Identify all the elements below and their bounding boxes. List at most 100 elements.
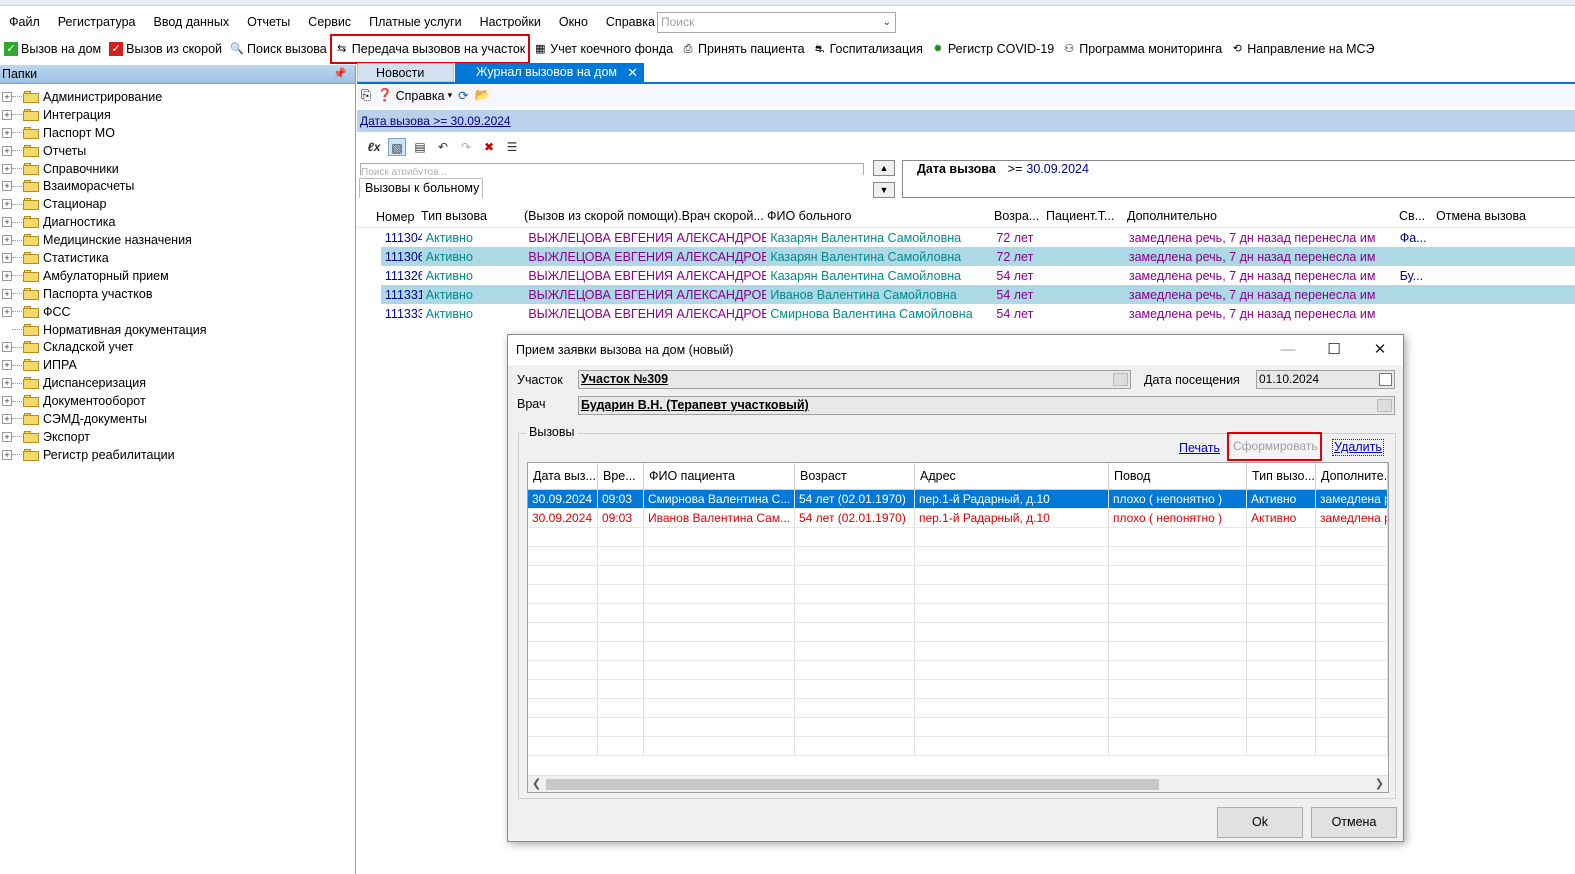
dialog-column-header[interactable]: Адрес — [915, 463, 1109, 489]
tab-patient-calls[interactable]: Вызовы к больному — [359, 178, 483, 198]
expand-icon[interactable]: + — [2, 378, 12, 389]
column-header[interactable]: Дополнительно — [1123, 209, 1395, 223]
folder-item[interactable]: + Медицинские назначения — [0, 231, 355, 249]
expand-icon[interactable]: + — [2, 342, 12, 353]
row-indicator[interactable] — [357, 304, 381, 323]
folder-item[interactable]: + Диагностика — [0, 213, 355, 231]
table-row[interactable]: 111304 Активно ВЫЖЛЕЦОВА ЕВГЕНИЯ АЛЕКСАНДР… — [357, 228, 1575, 247]
accept-patient-button[interactable]: ⎙ Принять пациента — [677, 37, 809, 61]
menu-file[interactable]: Файл — [0, 8, 49, 36]
expand-icon[interactable]: + — [2, 252, 12, 263]
dialog-column-header[interactable]: ФИО пациента — [644, 463, 795, 489]
dialog-table-row[interactable]: 30.09.2024 09:03 Смирнова Валентина С... 54… — [528, 490, 1388, 509]
undo-icon[interactable]: ↶ — [434, 138, 452, 156]
dialog-column-header[interactable]: Дата выз... — [528, 463, 598, 489]
folder-item[interactable]: + ИПРА — [0, 356, 355, 374]
horizontal-scrollbar[interactable]: ❮ ❯ — [528, 775, 1388, 792]
table-row[interactable]: 111306 Активно ВЫЖЛЕЦОВА ЕВГЕНИЯ АЛЕКСАНДР… — [357, 247, 1575, 266]
expand-icon[interactable]: + — [2, 235, 12, 246]
section-dropdown-button[interactable] — [1113, 373, 1128, 386]
dialog-column-header[interactable]: Вре... — [598, 463, 644, 489]
refresh-icon[interactable]: ⟳ — [458, 88, 468, 103]
monitoring-program-button[interactable]: ⚇ Программа мониторинга — [1058, 37, 1226, 61]
help-dropdown[interactable]: ❓ Справка ▾ — [377, 88, 452, 103]
column-header[interactable]: Пациент.Т... — [1042, 209, 1123, 223]
mse-referral-button[interactable]: ⟲ Направление на МСЭ — [1226, 37, 1378, 61]
menu-help[interactable]: Справка — [597, 8, 664, 36]
folder-item[interactable]: + СЭМД-документы — [0, 410, 355, 428]
close-icon[interactable]: ✕ — [1357, 335, 1403, 365]
folder-item[interactable]: + Интеграция — [0, 106, 355, 124]
expand-icon[interactable]: + — [2, 91, 12, 102]
folder-item[interactable]: + Диспансеризация — [0, 374, 355, 392]
form-button[interactable]: Сформировать — [1227, 432, 1322, 461]
expand-icon[interactable]: + — [2, 288, 12, 299]
tab-home-calls-journal[interactable]: Журнал вызовов на дом ✕ — [455, 63, 644, 82]
call-search-button[interactable]: 🔍 Поиск вызова — [226, 37, 331, 61]
folder-item[interactable]: + Паспорт МО — [0, 124, 355, 142]
expand-icon[interactable]: + — [2, 145, 12, 156]
cancel-button[interactable]: Отмена — [1311, 807, 1397, 838]
scroll-right-icon[interactable]: ❯ — [1375, 776, 1384, 792]
menu-reports[interactable]: Отчеты — [238, 8, 299, 36]
table-row[interactable]: 111331 Активно ВЫЖЛЕЦОВА ЕВГЕНИЯ АЛЕКСАНДР… — [357, 285, 1575, 304]
doctor-field[interactable]: Бударин В.Н. (Терапевт участковый) — [578, 396, 1395, 415]
filter-edit-icon[interactable]: ▧ — [388, 138, 406, 156]
move-down-button[interactable]: ▼ — [873, 182, 895, 198]
folder-item[interactable]: + Администрирование — [0, 88, 355, 106]
dialog-column-header[interactable]: Повод — [1109, 463, 1247, 489]
hospitalization-button[interactable]: ⛐ Госпитализация — [809, 37, 927, 61]
expand-icon[interactable]: + — [2, 199, 12, 210]
column-header[interactable]: Тип вызова — [417, 209, 520, 223]
filter-link[interactable]: Дата вызова >= 30.09.2024 — [360, 114, 511, 128]
folder-item[interactable]: + ФСС — [0, 303, 355, 321]
expand-icon[interactable]: + — [2, 396, 12, 407]
delete-link[interactable]: Удалить — [1332, 439, 1384, 456]
scrollbar-thumb[interactable] — [546, 779, 1159, 790]
table-row[interactable]: 111326 Активно ВЫЖЛЕЦОВА ЕВГЕНИЯ АЛЕКСАНДР… — [357, 266, 1575, 285]
expand-icon[interactable]: + — [2, 270, 12, 281]
expand-icon[interactable]: + — [2, 413, 12, 424]
expand-icon[interactable]: + — [2, 163, 12, 174]
folder-item[interactable]: + Складской учет — [0, 338, 355, 356]
pin-icon[interactable]: 📌 — [333, 65, 347, 84]
row-indicator[interactable] — [357, 228, 381, 247]
expand-icon[interactable]: + — [2, 109, 12, 120]
expand-icon[interactable]: + — [2, 360, 12, 371]
dialog-table-row[interactable]: 30.09.2024 09:03 Иванов Валентина Сам... 54… — [528, 509, 1388, 528]
tab-news[interactable]: Новости — [357, 63, 454, 82]
menu-window[interactable]: Окно — [550, 8, 597, 36]
close-icon[interactable]: ✕ — [627, 63, 638, 82]
column-header[interactable]: Св... — [1395, 209, 1432, 223]
table-row[interactable]: 111333 Активно ВЫЖЛЕЦОВА ЕВГЕНИЯ АЛЕКСАНДР… — [357, 304, 1575, 323]
folder-item[interactable]: + Документооборот — [0, 392, 355, 410]
filter-condition-box[interactable]: Дата вызова >= 30.09.2024 — [902, 160, 1575, 198]
dialog-column-header[interactable]: Дополните... — [1316, 463, 1388, 489]
attribute-search-input[interactable]: Поиск атрибутов... — [360, 163, 864, 175]
column-header[interactable]: ФИО больного — [763, 209, 990, 223]
search-input[interactable]: Поиск ⌄ — [657, 12, 896, 33]
scroll-left-icon[interactable]: ❮ — [532, 776, 541, 792]
row-indicator[interactable] — [357, 247, 381, 266]
row-indicator[interactable] — [357, 285, 381, 304]
row-indicator[interactable] — [357, 266, 381, 285]
visit-date-field[interactable]: 01.10.2024 — [1256, 370, 1395, 389]
maximize-icon[interactable]: ☐ — [1311, 335, 1357, 365]
expand-icon[interactable]: + — [2, 431, 12, 442]
folder-item[interactable]: + Регистр реабилитации — [0, 446, 355, 464]
menu-settings[interactable]: Настройки — [471, 8, 550, 36]
covid-registry-button[interactable]: ✹ Регистр COVID-19 — [927, 37, 1058, 61]
folder-item[interactable]: + Справочники — [0, 160, 355, 178]
column-header[interactable]: Возра... — [990, 209, 1042, 223]
folder-item[interactable]: + Экспорт — [0, 428, 355, 446]
menu-service[interactable]: Сервис — [299, 8, 360, 36]
doctor-dropdown-button[interactable] — [1377, 399, 1392, 412]
ambulance-call-button[interactable]: ✓ Вызов из скорой — [105, 37, 226, 61]
folder-item[interactable]: + Паспорта участков — [0, 285, 355, 303]
expand-icon[interactable]: + — [2, 449, 12, 460]
ok-button[interactable]: Ok — [1217, 807, 1303, 838]
folder-item[interactable]: + Отчеты — [0, 142, 355, 160]
menu-paid-services[interactable]: Платные услуги — [360, 8, 470, 36]
expand-icon[interactable]: + — [2, 217, 12, 228]
bed-fund-button[interactable]: ▦ Учет коечного фонда — [529, 37, 677, 61]
